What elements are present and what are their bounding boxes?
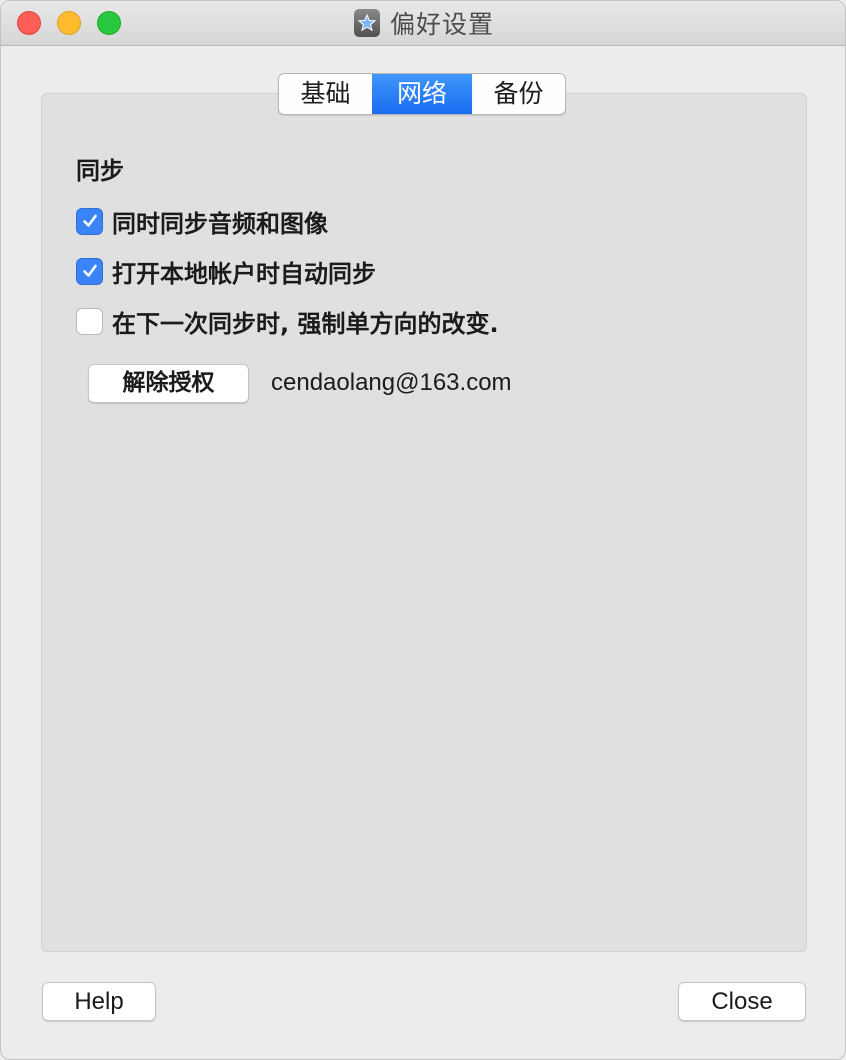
auto-sync-label: 打开本地帐户时自动同步 <box>112 259 376 288</box>
title-bar[interactable]: 偏好设置 <box>1 1 845 46</box>
preferences-tab-bar: 基础 网络 备份 <box>278 73 566 115</box>
sync-media-label: 同时同步音频和图像 <box>112 209 328 238</box>
sync-section-title: 同步 <box>76 157 124 185</box>
account-email: cendaolang@163.com <box>271 369 512 396</box>
force-one-way-label: 在下一次同步时, 强制单方向的改变. <box>112 309 499 338</box>
app-star-icon <box>353 9 380 37</box>
help-button[interactable]: Help <box>42 982 156 1021</box>
force-one-way-option[interactable]: 在下一次同步时, 强制单方向的改变. <box>76 307 499 338</box>
window-title-group: 偏好设置 <box>1 1 845 45</box>
deauthorize-button[interactable]: 解除授权 <box>88 364 249 403</box>
tab-basic[interactable]: 基础 <box>279 74 372 114</box>
window-title: 偏好设置 <box>389 10 494 39</box>
checkmark-icon <box>82 214 97 227</box>
preferences-window: 偏好设置 基础 网络 备份 同步 同时同步音频和图像 打开本地帐户时自动同步 在… <box>0 0 846 1060</box>
checkmark-icon <box>82 264 97 277</box>
sync-media-option[interactable]: 同时同步音频和图像 <box>76 207 328 238</box>
auto-sync-checkbox[interactable] <box>76 257 103 285</box>
force-one-way-checkbox[interactable] <box>76 307 103 335</box>
auto-sync-option[interactable]: 打开本地帐户时自动同步 <box>76 257 376 288</box>
sync-media-checkbox[interactable] <box>76 207 103 235</box>
tab-backup[interactable]: 备份 <box>472 74 565 114</box>
close-button[interactable]: Close <box>678 982 806 1021</box>
tab-network[interactable]: 网络 <box>372 74 472 114</box>
